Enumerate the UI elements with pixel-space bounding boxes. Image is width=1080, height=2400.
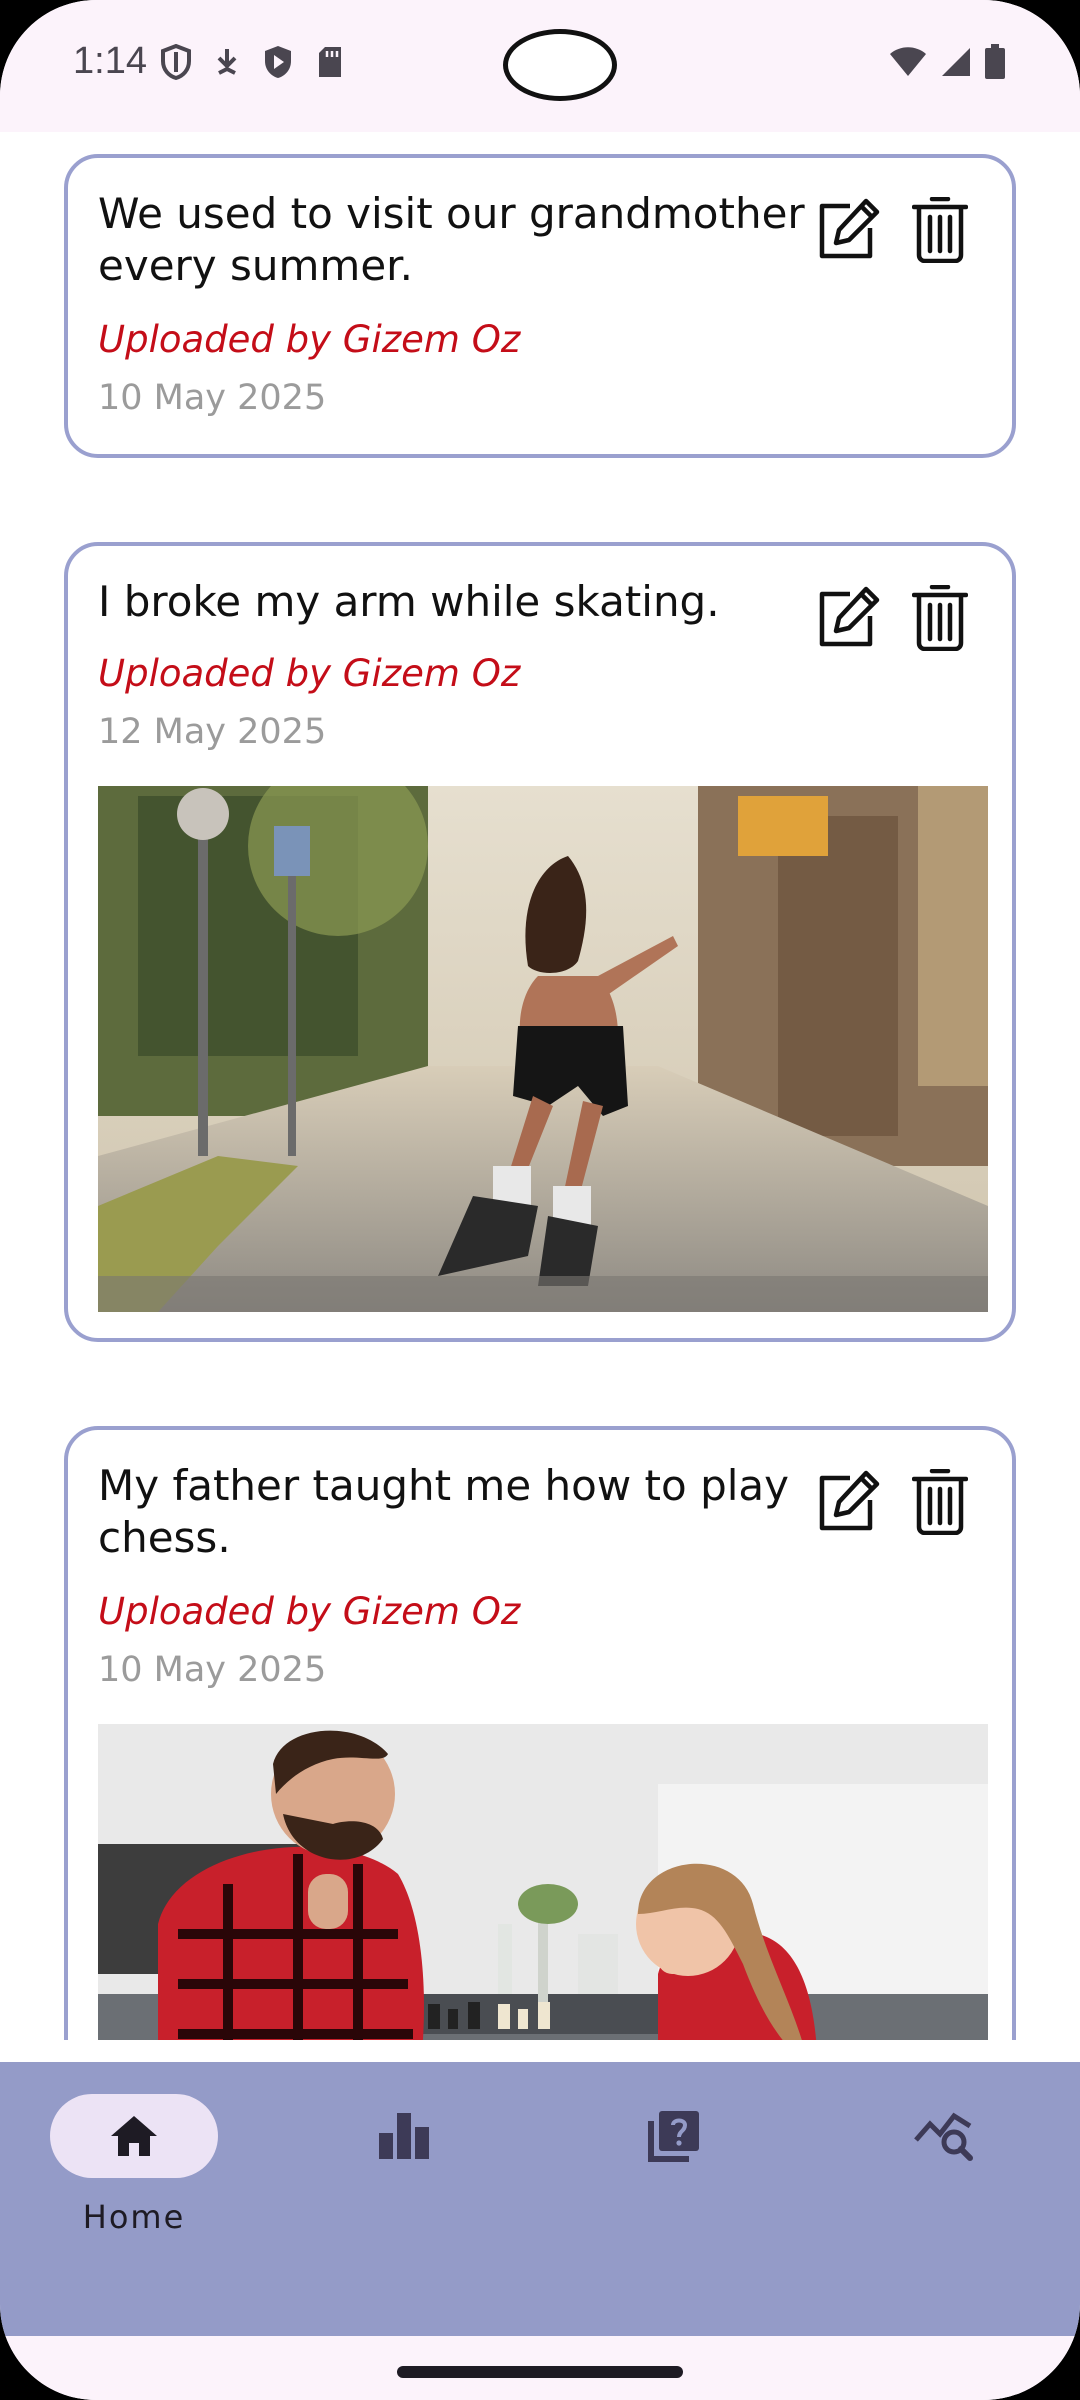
edit-button[interactable] [816, 1468, 880, 1536]
download-icon [217, 49, 237, 75]
status-icons-left [160, 44, 344, 80]
memory-uploader: Uploaded by Gizem Oz [98, 318, 521, 361]
nav-item-statistics[interactable] [320, 2094, 488, 2294]
signal-icon [942, 48, 970, 76]
query-stats-icon [914, 2112, 973, 2161]
sd-card-icon [319, 47, 341, 77]
edit-icon [819, 586, 880, 647]
trash-icon [912, 585, 968, 651]
trash-icon [912, 197, 968, 263]
home-gesture-bar[interactable] [397, 2366, 683, 2378]
memory-photo[interactable] [98, 1724, 988, 2040]
quiz-icon [648, 2111, 699, 2162]
chess-photo [98, 1724, 988, 2040]
trash-icon [912, 1469, 968, 1535]
front-camera [503, 29, 617, 101]
memory-actions [816, 584, 972, 652]
edit-icon [819, 1470, 880, 1531]
nav-item-home[interactable]: Home [50, 2094, 218, 2294]
memory-card[interactable]: We used to visit our grandmother every s… [64, 154, 1016, 458]
memory-title: We used to visit our grandmother every s… [98, 189, 805, 290]
memory-date: 10 May 2025 [98, 1650, 327, 1690]
edit-button[interactable] [816, 196, 880, 264]
nav-pill [320, 2094, 488, 2178]
nav-item-query-stats[interactable] [860, 2094, 1028, 2294]
memory-date: 12 May 2025 [98, 712, 327, 752]
battery-icon [985, 44, 1005, 79]
delete-button[interactable] [908, 1468, 972, 1536]
nav-item-quiz[interactable] [590, 2094, 758, 2294]
bottom-navigation: Home [0, 2062, 1080, 2336]
shield-icon [161, 44, 191, 80]
memory-date: 10 May 2025 [98, 378, 327, 418]
nav-pill [860, 2094, 1028, 2178]
edit-button[interactable] [816, 584, 880, 652]
wifi-icon [890, 47, 926, 76]
memory-uploader: Uploaded by Gizem Oz [98, 1590, 521, 1633]
memory-uploader: Uploaded by Gizem Oz [98, 652, 521, 695]
phone-screen: 1:14 We used to visit our grandmother ev… [0, 0, 1080, 2400]
memory-actions [816, 196, 972, 264]
memories-list[interactable]: We used to visit our grandmother every s… [0, 132, 1080, 2040]
memory-photo[interactable] [98, 786, 988, 1312]
nav-label-home: Home [82, 2198, 186, 2236]
status-bar: 1:14 [0, 0, 1080, 132]
memory-title: I broke my arm while skating. [98, 577, 720, 626]
bar-chart-icon [379, 2113, 429, 2159]
memory-title: My father taught me how to play chess. [98, 1461, 789, 1562]
home-icon [111, 2116, 157, 2156]
status-icons-right [888, 44, 1006, 80]
delete-button[interactable] [908, 584, 972, 652]
nav-pill [590, 2094, 758, 2178]
nav-active-indicator [50, 2094, 218, 2178]
play-protect-icon [265, 46, 291, 78]
memory-card[interactable]: I broke my arm while skating. Uploaded b… [64, 542, 1016, 1342]
memory-card[interactable]: My father taught me how to play chess. U… [64, 1426, 1016, 2040]
skater-photo [98, 786, 988, 1312]
delete-button[interactable] [908, 196, 972, 264]
edit-icon [819, 198, 880, 259]
status-time: 1:14 [73, 40, 147, 82]
memory-actions [816, 1468, 972, 1536]
